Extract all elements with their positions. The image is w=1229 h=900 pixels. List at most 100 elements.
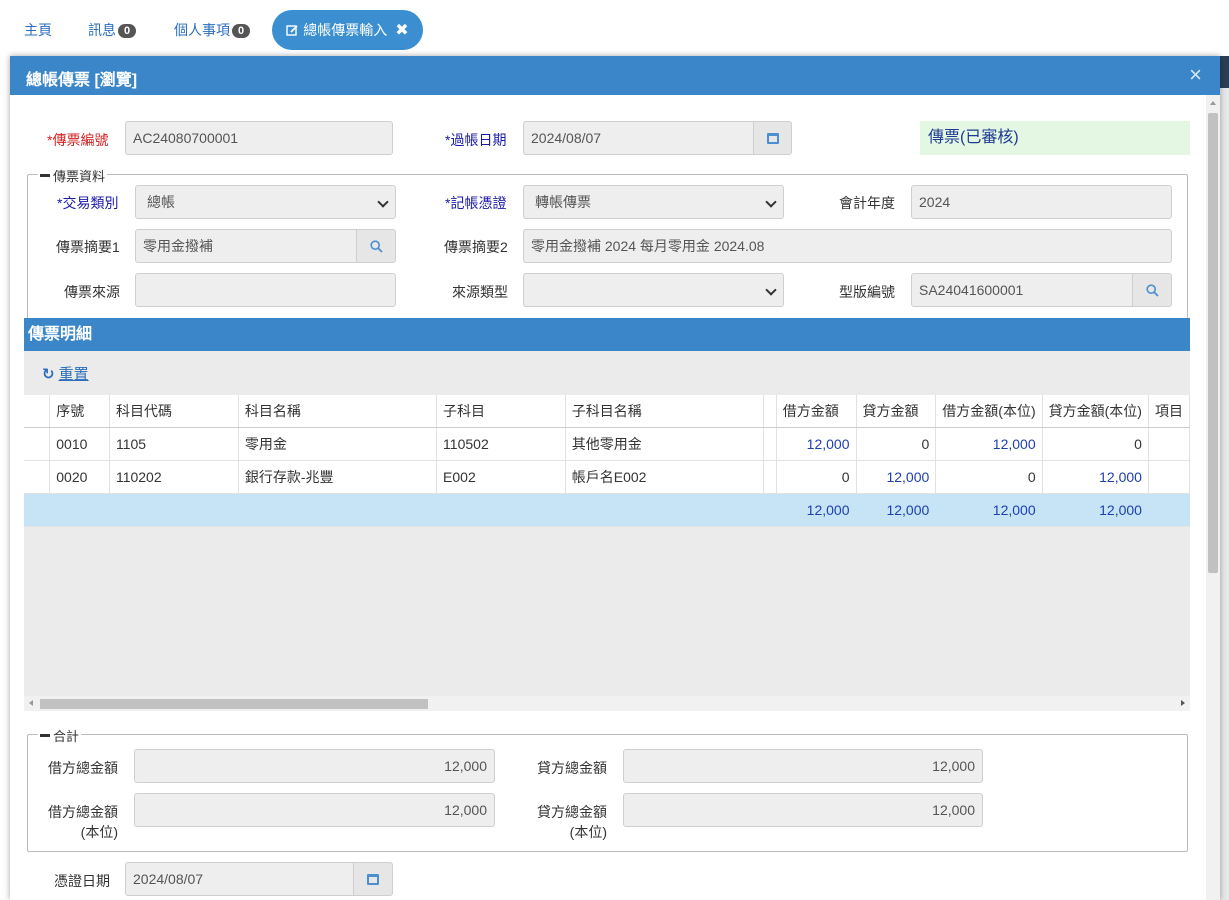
credit-total-field[interactable]: 12,000 (623, 749, 983, 783)
detail-table: 序號 科目代碼 科目名稱 子科目 子科目名稱 借方金額 貸方金額 借方金額(本位… (24, 395, 1190, 527)
cell-name: 銀行存款-兆豐 (238, 460, 438, 494)
vertical-scrollbar[interactable] (1206, 95, 1220, 900)
top-tab-bar: 主頁 訊息 0 個人事項 0 總帳傳票輸入 ✖ (0, 0, 1229, 56)
horizontal-scroll-thumb[interactable] (40, 699, 428, 709)
cell-sub: 110502 (436, 427, 566, 461)
cell-spacer (763, 427, 777, 461)
debit-total-base-field[interactable]: 12,000 (134, 793, 495, 827)
cell-debit: 12,000 (776, 427, 857, 461)
detail-panel: ↻ 重置 序號 科目代碼 科目名稱 子科目 子科目名稱 借方金額 貸方金額 借方金… (24, 351, 1190, 711)
edit-icon (286, 24, 298, 36)
cell-sub-name: 帳戶名E002 (565, 460, 764, 494)
modal-title: 總帳傳票 [瀏覽] (26, 72, 138, 89)
column-header-item[interactable]: 項目 (1148, 395, 1190, 428)
horizontal-scrollbar[interactable] (24, 696, 1190, 711)
summary1-label: 傳票摘要1 (56, 239, 120, 255)
source-field[interactable] (135, 273, 396, 307)
credit-total-base-label: 貸方總金額 (本位) (537, 802, 607, 842)
credit-total-base-label-line1: 貸方總金額 (537, 804, 607, 820)
proof-value: 轉帳傳票 (535, 194, 591, 210)
proof-date-field[interactable]: 2024/08/07 (125, 862, 355, 896)
tab-home[interactable]: 主頁 (24, 20, 52, 40)
cell-seq: 0020 (49, 460, 110, 494)
cell-credit-base: 0 (1042, 427, 1149, 461)
row-selector[interactable] (24, 427, 51, 461)
total-credit-base: 12,000 (1042, 493, 1149, 527)
debit-total-base-label-line2: (本位) (80, 824, 118, 840)
proof-select[interactable]: 轉帳傳票 (523, 185, 784, 219)
cell-sub: E002 (436, 460, 566, 494)
modal-close-icon[interactable]: × (1189, 62, 1202, 88)
debit-total-base-label: 借方總金額 (本位) (48, 802, 118, 842)
cell-credit: 0 (856, 427, 937, 461)
column-header-sub-name[interactable]: 子科目名稱 (565, 395, 764, 428)
template-label: 型版編號 (839, 284, 895, 300)
scroll-left-icon[interactable] (29, 700, 33, 706)
post-date-label: *過帳日期 (445, 132, 507, 148)
column-header-name[interactable]: 科目名稱 (238, 395, 438, 428)
tab-personal-label: 個人事項 (174, 22, 230, 38)
totals-empty (109, 493, 239, 527)
trade-type-label: *交易類別 (57, 195, 119, 211)
trade-type-select[interactable]: 總帳 (135, 185, 396, 219)
column-spacer (763, 395, 777, 428)
column-header-debit[interactable]: 借方金額 (776, 395, 857, 428)
chevron-down-icon (765, 196, 777, 208)
totals-empty (436, 493, 566, 527)
fiscal-year-field[interactable]: 2024 (911, 185, 1172, 219)
table-row[interactable]: 0020 110202 銀行存款-兆豐 E002 帳戶名E002 0 12,00… (24, 460, 1190, 494)
column-header-sub[interactable]: 子科目 (436, 395, 566, 428)
calendar-icon (766, 132, 779, 144)
template-search-button[interactable] (1132, 273, 1172, 307)
table-row[interactable]: 0010 1105 零用金 110502 其他零用金 12,000 0 12,0… (24, 427, 1190, 461)
column-header-debit-base[interactable]: 借方金額(本位) (935, 395, 1043, 428)
reset-label: 重置 (58, 366, 89, 383)
total-credit: 12,000 (856, 493, 937, 527)
row-selector[interactable] (24, 460, 51, 494)
totals-empty (763, 493, 777, 527)
voucher-status: 傳票(已審核) (920, 121, 1190, 155)
tab-messages[interactable]: 訊息 0 (88, 20, 137, 40)
cell-credit: 12,000 (856, 460, 937, 494)
summary2-field[interactable]: 零用金撥補 2024 每月零用金 2024.08 (523, 229, 1172, 263)
column-header-code[interactable]: 科目代碼 (109, 395, 239, 428)
tab-personal[interactable]: 個人事項 0 (174, 20, 251, 40)
column-header-credit-base[interactable]: 貸方金額(本位) (1042, 395, 1149, 428)
column-header-credit[interactable]: 貸方金額 (856, 395, 937, 428)
trade-type-value: 總帳 (147, 194, 175, 210)
column-header-seq[interactable]: 序號 (49, 395, 110, 428)
post-date-calendar-button[interactable] (753, 121, 792, 155)
post-date-field[interactable]: 2024/08/07 (523, 121, 754, 155)
tab-close-icon[interactable]: ✖ (395, 20, 408, 40)
template-field[interactable]: SA24041600001 (911, 273, 1134, 307)
voucher-no-field[interactable]: AC24080700001 (125, 121, 393, 155)
messages-count-badge: 0 (118, 24, 137, 38)
credit-total-base-label-line2: (本位) (569, 824, 607, 840)
row-selector-header (24, 395, 51, 428)
total-debit-base: 12,000 (935, 493, 1043, 527)
scroll-up-icon[interactable] (1210, 101, 1216, 105)
background-edge (1220, 56, 1229, 900)
cell-debit: 0 (776, 460, 857, 494)
totals-empty (1148, 493, 1190, 527)
scroll-right-icon[interactable] (1181, 700, 1185, 706)
credit-total-base-field[interactable]: 12,000 (623, 793, 983, 827)
source-type-select[interactable] (523, 273, 784, 307)
credit-total-label: 貸方總金額 (537, 760, 607, 776)
reset-link[interactable]: ↻ 重置 (42, 363, 89, 384)
cell-item (1148, 460, 1190, 494)
cell-credit-base: 12,000 (1042, 460, 1149, 494)
tab-voucher-entry[interactable]: 總帳傳票輸入 ✖ (272, 10, 423, 50)
summary1-search-button[interactable] (356, 229, 396, 263)
source-label: 傳票來源 (64, 284, 120, 300)
debit-total-field[interactable]: 12,000 (134, 749, 495, 783)
summary1-field[interactable]: 零用金撥補 (135, 229, 358, 263)
proof-date-calendar-button[interactable] (353, 862, 393, 896)
voucher-info-legend: 傳票資料 (38, 166, 108, 185)
vertical-scroll-thumb[interactable] (1208, 113, 1218, 573)
cell-sub-name: 其他零用金 (565, 427, 764, 461)
modal-header: 總帳傳票 [瀏覽] × (10, 56, 1220, 95)
cell-spacer (763, 460, 777, 494)
cell-debit-base: 12,000 (935, 427, 1043, 461)
detail-header: 傳票明細 (24, 318, 1190, 351)
